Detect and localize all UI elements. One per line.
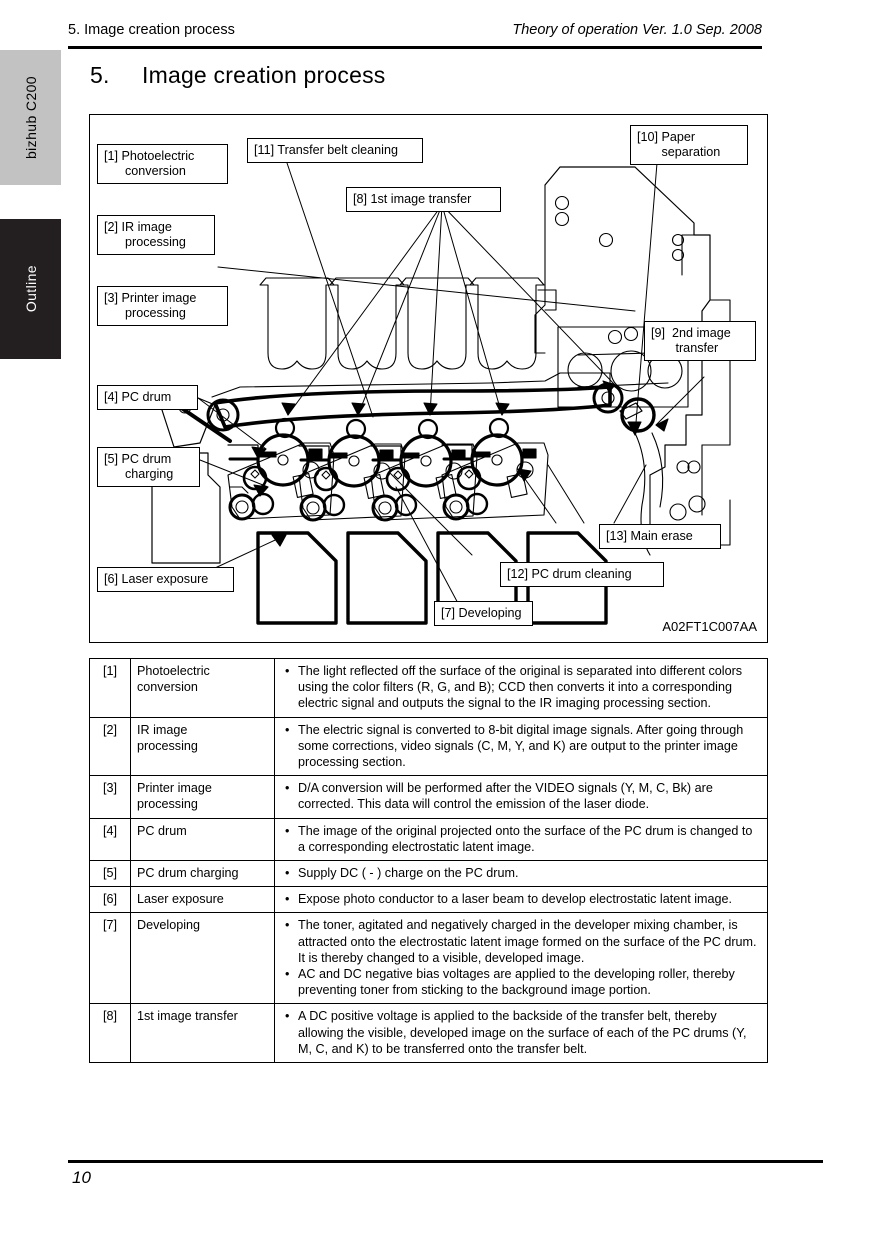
- header-section-title: 5. Image creation process: [68, 22, 235, 38]
- table-row: [3] Printer image processing D/A convers…: [89, 775, 768, 819]
- row-description: The electric signal is converted to 8-bi…: [274, 716, 768, 777]
- bullet-item: Supply DC ( - ) charge on the PC drum.: [283, 865, 761, 881]
- row-description: D/A conversion will be performed after t…: [274, 775, 768, 819]
- bullet-item: AC and DC negative bias voltages are app…: [283, 966, 761, 998]
- table-row: [7] Developing The toner, agitated and n…: [89, 912, 768, 1005]
- table-row: [6] Laser exposure Expose photo conducto…: [89, 886, 768, 914]
- table-row: [4] PC drum The image of the original pr…: [89, 817, 768, 862]
- row-name: PC drum charging: [130, 860, 275, 888]
- row-name: Printer image processing: [130, 775, 275, 819]
- row-name: PC drum: [130, 817, 275, 862]
- bullet-item: D/A conversion will be performed after t…: [283, 780, 761, 812]
- row-description: Supply DC ( - ) charge on the PC drum.: [274, 860, 768, 888]
- row-name: IR image processing: [130, 716, 275, 777]
- bullet-item: Expose photo conductor to a laser beam t…: [283, 891, 761, 907]
- callout-5-pc-drum-charging: [5] PC drum charging: [97, 447, 200, 487]
- bullet-item: The toner, agitated and negatively charg…: [283, 917, 761, 966]
- row-name: Laser exposure: [130, 886, 275, 914]
- bullet-list: D/A conversion will be performed after t…: [283, 780, 761, 812]
- row-description: Expose photo conductor to a laser beam t…: [274, 886, 768, 914]
- row-name: Photoelectric conversion: [130, 658, 275, 718]
- footer-divider: [68, 1160, 823, 1163]
- bullet-list: Supply DC ( - ) charge on the PC drum.: [283, 865, 761, 881]
- figure-id-label: A02FT1C007AA: [662, 619, 757, 634]
- bullet-item: A DC positive voltage is applied to the …: [283, 1008, 761, 1057]
- callout-4-pc-drum: [4] PC drum: [97, 385, 198, 410]
- row-description: A DC positive voltage is applied to the …: [274, 1003, 768, 1064]
- callout-3-printer-image-processing: [3] Printer image processing: [97, 286, 228, 326]
- callout-11-transfer-belt-cleaning: [11] Transfer belt cleaning: [247, 138, 423, 163]
- bullet-item: The image of the original projected onto…: [283, 823, 761, 855]
- bullet-list: The light reflected off the surface of t…: [283, 663, 761, 712]
- table-body: [1] Photoelectric conversion The light r…: [89, 658, 768, 1064]
- bullet-list: A DC positive voltage is applied to the …: [283, 1008, 761, 1057]
- row-number: [2]: [89, 716, 131, 777]
- table-row: [8] 1st image transfer A DC positive vol…: [89, 1003, 768, 1064]
- bullet-list: The toner, agitated and negatively charg…: [283, 917, 761, 998]
- sidebar-tab-outline-label: Outline: [22, 265, 39, 313]
- bullet-item: The light reflected off the surface of t…: [283, 663, 761, 712]
- sidebar-tab-outline[interactable]: Outline: [0, 219, 61, 359]
- table-row: [2] IR image processing The electric sig…: [89, 716, 768, 777]
- row-number: [5]: [89, 860, 131, 888]
- process-description-table: [1] Photoelectric conversion The light r…: [89, 658, 768, 1064]
- table-row: [1] Photoelectric conversion The light r…: [89, 658, 768, 718]
- page-title: 5. Image creation process: [90, 62, 385, 89]
- callout-7-developing: [7] Developing: [434, 601, 533, 626]
- row-number: [8]: [89, 1003, 131, 1064]
- sidebar-tab-product-label: bizhub C200: [22, 75, 39, 159]
- row-name: 1st image transfer: [130, 1003, 275, 1064]
- row-number: [3]: [89, 775, 131, 819]
- row-number: [7]: [89, 912, 131, 1005]
- callout-8-1st-image-transfer: [8] 1st image transfer: [346, 187, 501, 212]
- callout-1-photoelectric-conversion: [1] Photoelectric conversion: [97, 144, 228, 184]
- row-description: The image of the original projected onto…: [274, 817, 768, 862]
- row-number: [1]: [89, 658, 131, 718]
- row-number: [6]: [89, 886, 131, 914]
- chapter-title-text: Image creation process: [142, 62, 386, 88]
- bullet-list: The electric signal is converted to 8-bi…: [283, 722, 761, 771]
- figure-image-creation-process: [1] Photoelectric conversion [2] IR imag…: [89, 114, 768, 643]
- callout-12-pc-drum-cleaning: [12] PC drum cleaning: [500, 562, 664, 587]
- page-number: 10: [72, 1168, 91, 1187]
- callout-6-laser-exposure: [6] Laser exposure: [97, 567, 234, 592]
- page-header: 5. Image creation process Theory of oper…: [68, 22, 762, 49]
- callout-9-2nd-image-transfer: [9] 2nd image transfer: [644, 321, 756, 361]
- callout-13-main-erase: [13] Main erase: [599, 524, 721, 549]
- row-name: Developing: [130, 912, 275, 1005]
- callout-10-paper-separation: [10] Paper separation: [630, 125, 748, 165]
- chapter-number: 5.: [90, 62, 110, 88]
- bullet-list: The image of the original projected onto…: [283, 823, 761, 855]
- row-number: [4]: [89, 817, 131, 862]
- bullet-item: The electric signal is converted to 8-bi…: [283, 722, 761, 771]
- header-document-title: Theory of operation Ver. 1.0 Sep. 2008: [512, 22, 762, 38]
- sidebar-tab-product[interactable]: bizhub C200: [0, 50, 61, 185]
- table-row: [5] PC drum charging Supply DC ( - ) cha…: [89, 860, 768, 888]
- row-description: The toner, agitated and negatively charg…: [274, 912, 768, 1005]
- row-description: The light reflected off the surface of t…: [274, 658, 768, 718]
- callout-2-ir-image-processing: [2] IR image processing: [97, 215, 215, 255]
- bullet-list: Expose photo conductor to a laser beam t…: [283, 891, 761, 907]
